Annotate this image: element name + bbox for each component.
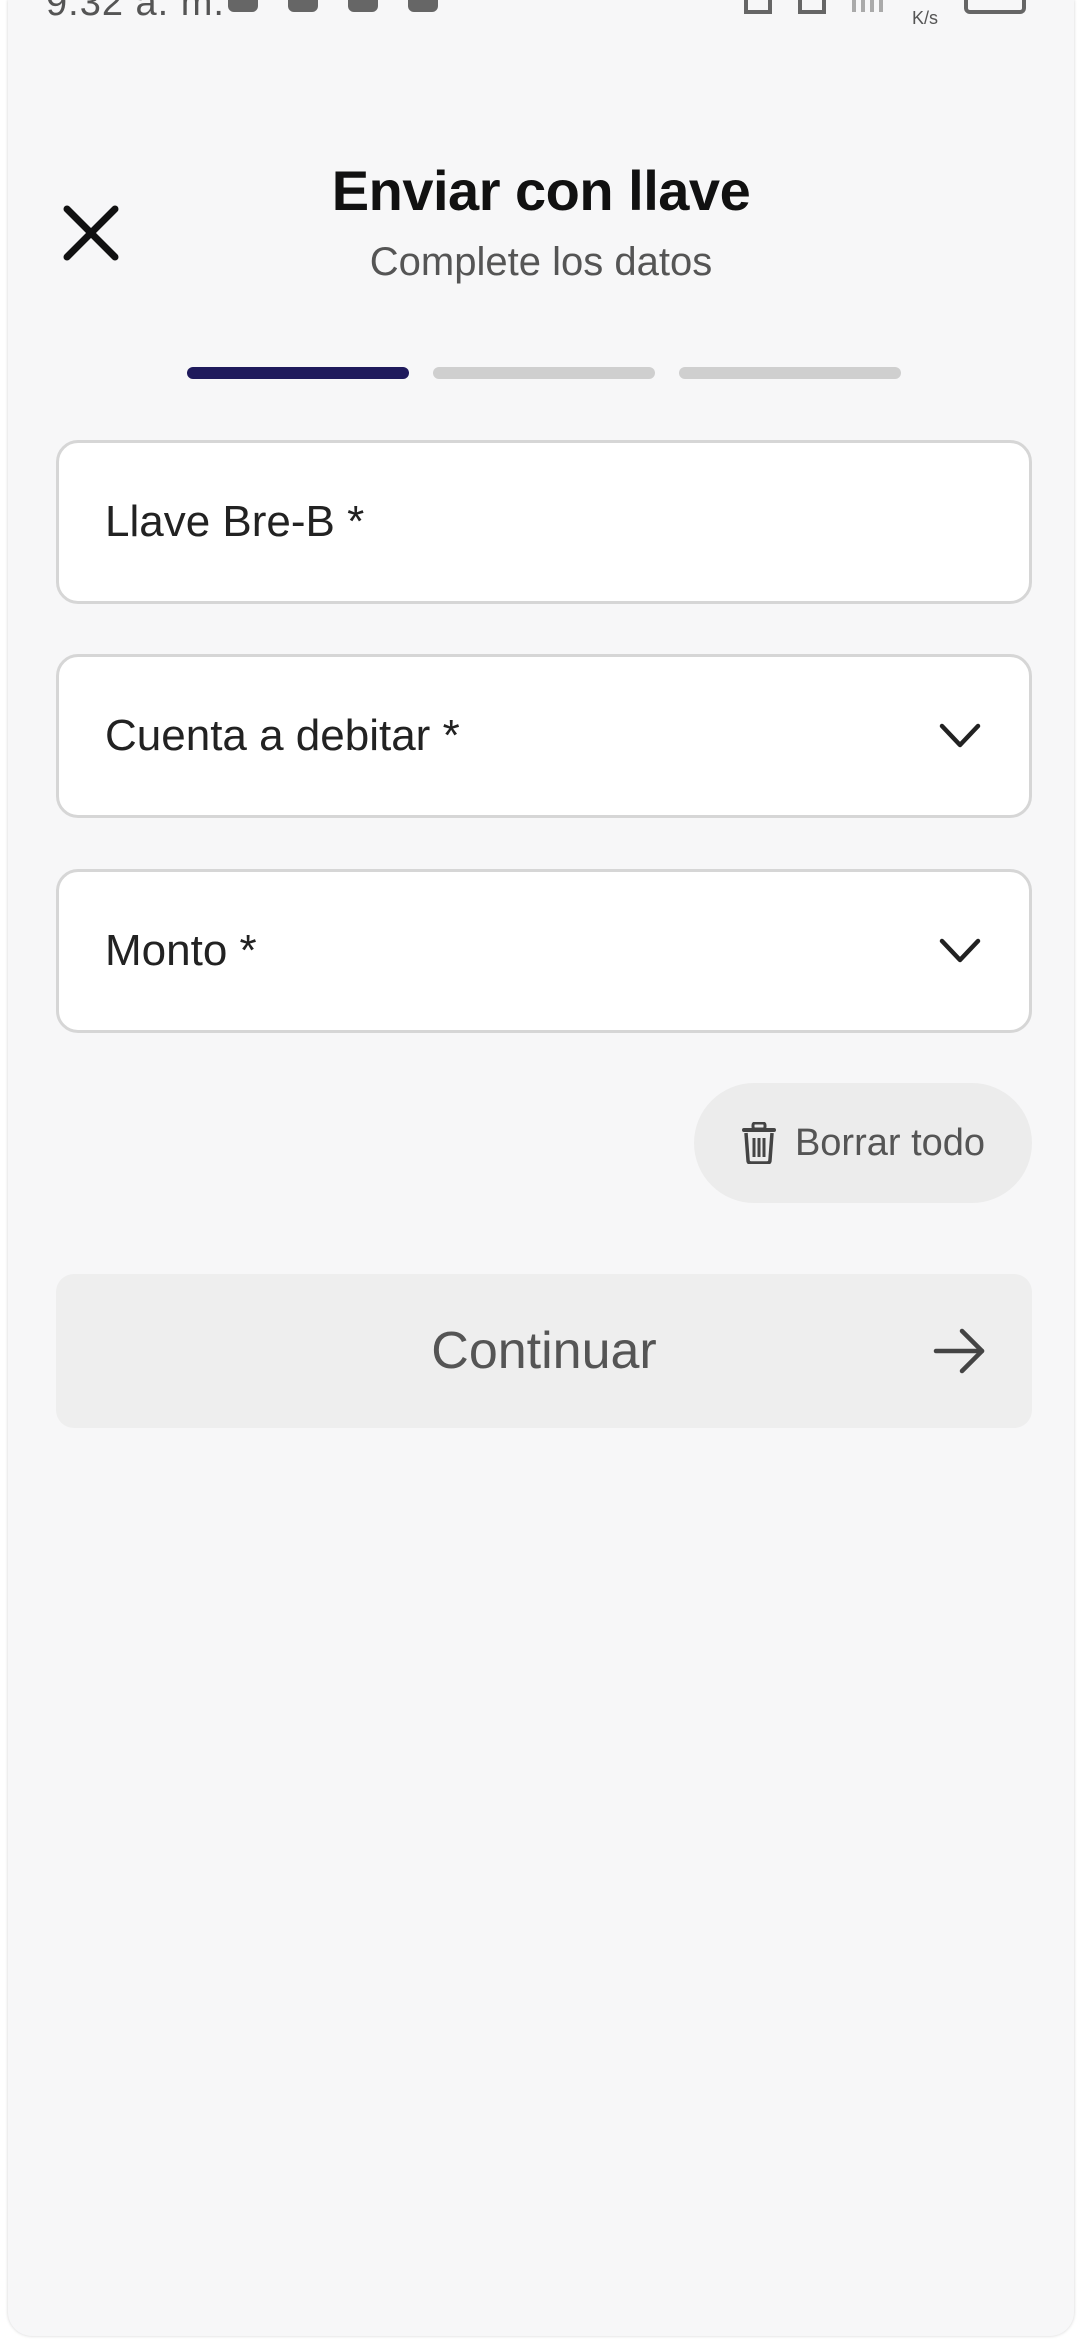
signal-icon [851, 0, 886, 12]
account-select[interactable]: Cuenta a debitar * [56, 654, 1032, 818]
page-title: Enviar con llave [331, 159, 751, 222]
continue-label: Continuar [431, 1322, 657, 1380]
page-subtitle: Complete los datos [369, 240, 713, 284]
clear-all-button[interactable]: Borrar todo [694, 1083, 1032, 1203]
system-icons: K/s [743, 0, 1026, 29]
account-select-label: Cuenta a debitar * [105, 711, 460, 760]
network-speed-unit: K/s [911, 8, 938, 28]
notification-icon [228, 0, 258, 12]
key-input-label: Llave Bre-B * [105, 497, 365, 546]
amount-select-label: Monto * [105, 926, 257, 975]
notification-icon [348, 0, 378, 12]
continue-button[interactable]: Continuar [56, 1274, 1032, 1428]
clear-all-label: Borrar todo [794, 1121, 986, 1164]
screen: 9:32 a. m. K/s Enviar con llave Complete… [8, 0, 1074, 2336]
notification-icon [408, 0, 438, 12]
status-time: 9:32 a. m. [46, 0, 225, 24]
progress-steps [187, 367, 901, 379]
battery-icon [964, 0, 1026, 14]
vibrate-icon [743, 0, 772, 14]
wifi-icon [797, 0, 826, 14]
progress-step-3 [679, 367, 901, 379]
key-input[interactable]: Llave Bre-B * [56, 440, 1032, 604]
chevron-down-icon [935, 711, 985, 761]
progress-step-1 [187, 367, 409, 379]
progress-step-2 [433, 367, 655, 379]
amount-select[interactable]: Monto * [56, 869, 1032, 1033]
notification-icons [228, 0, 438, 12]
arrow-right-icon [933, 1328, 985, 1374]
trash-icon [741, 1122, 776, 1164]
chevron-down-icon [935, 926, 985, 976]
notification-icon [288, 0, 318, 12]
